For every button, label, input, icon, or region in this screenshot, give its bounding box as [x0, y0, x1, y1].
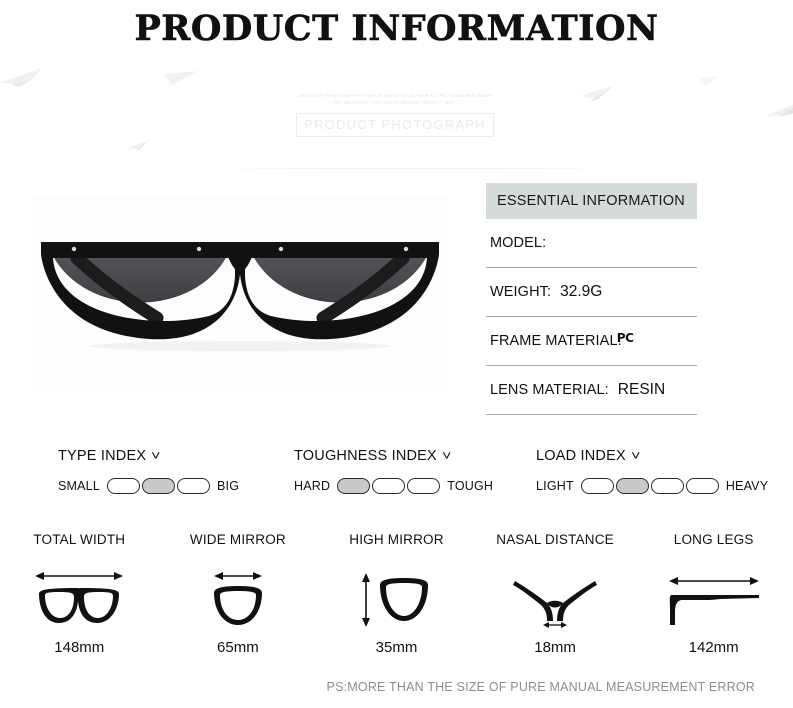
measurement-label: LONG LEGS — [673, 532, 754, 547]
product-information-page: PRODUCT INFORMATION 365 SHOOT PHOTOGRAPH… — [0, 0, 793, 708]
load-index-pills[interactable] — [580, 478, 719, 494]
essential-information-panel: ESSENTIAL INFORMATION MODEL: WEIGHT: 32.… — [486, 183, 697, 415]
info-row-frame-material: FRAME MATERIAL: PC — [486, 317, 697, 366]
info-label: MODEL: — [490, 235, 547, 251]
load-index-title: LOAD INDEX ˅ — [536, 448, 768, 464]
info-label: FRAME MATERIAL: — [490, 333, 622, 349]
toughness-index-title: TOUGHNESS INDEX ˅ — [294, 448, 493, 464]
index-meters: TYPE INDEX ˅ SMALL BIG TOUGHNESS INDEX ˅ H… — [0, 448, 793, 508]
toughness-index-label: TOUGHNESS INDEX — [294, 448, 437, 464]
pill-2[interactable] — [372, 478, 406, 494]
pill-3[interactable] — [407, 478, 441, 494]
measurement-value: 35mm — [375, 639, 418, 656]
scale-right-label: TOUGH — [447, 479, 494, 493]
scale-left-label: SMALL — [58, 479, 100, 493]
essential-information-header: ESSENTIAL INFORMATION — [486, 183, 697, 219]
pill-4[interactable] — [685, 478, 719, 494]
measurement-total-width: TOTAL WIDTH 148mm — [0, 532, 159, 656]
chevron-down-icon[interactable]: ˅ — [631, 448, 641, 463]
measurement-label: TOTAL WIDTH — [33, 532, 126, 547]
measurement-label: WIDE MIRROR — [189, 532, 286, 547]
info-value: 32.9G — [560, 283, 603, 300]
pill-1[interactable] — [107, 478, 140, 494]
product-photo — [31, 196, 449, 394]
chevron-down-icon[interactable]: ˅ — [442, 448, 452, 463]
measurement-high-mirror: HIGH MIRROR 35mm — [317, 532, 476, 656]
info-value: RESIN — [617, 381, 666, 398]
high-mirror-icon — [317, 559, 476, 637]
type-index-pills[interactable] — [107, 478, 210, 494]
toughness-index-pills[interactable] — [337, 478, 441, 494]
watermark-line-1: 365 SHOOT PHOTOGRAPHY DESIGN INDUSTRY LE… — [298, 93, 492, 98]
info-value: PC — [616, 331, 634, 345]
type-index-label: TYPE INDEX — [58, 448, 147, 464]
measurement-value: 142mm — [688, 639, 739, 656]
type-index-scale: SMALL BIG — [58, 478, 239, 494]
type-index-title: TYPE INDEX ˅ — [58, 448, 239, 464]
info-row-lens-material: LENS MATERIAL: RESIN — [486, 366, 697, 415]
type-index-meter[interactable]: TYPE INDEX ˅ SMALL BIG — [58, 448, 239, 494]
pill-3[interactable] — [650, 478, 684, 494]
wide-mirror-icon — [159, 559, 318, 637]
measurement-wide-mirror: WIDE MIRROR 65mm — [159, 532, 318, 656]
pill-1[interactable] — [337, 478, 371, 494]
measurements-row: TOTAL WIDTH 148mm WIDE MIRROR 65mm HIGH … — [0, 532, 793, 656]
pill-1[interactable] — [580, 478, 614, 494]
measurement-value: 18mm — [534, 639, 576, 656]
chevron-down-icon[interactable]: ˅ — [151, 448, 161, 463]
measurement-value: 148mm — [54, 639, 105, 656]
banner-divider — [205, 168, 625, 169]
pill-2[interactable] — [142, 478, 175, 494]
measurement-value: 65mm — [217, 639, 259, 656]
toughness-index-meter[interactable]: TOUGHNESS INDEX ˅ HARD TOUGH — [294, 448, 493, 494]
load-index-scale: LIGHT HEAVY — [536, 478, 768, 494]
info-label: WEIGHT: — [490, 284, 552, 300]
total-width-icon — [0, 559, 159, 637]
info-label: LENS MATERIAL: — [490, 382, 609, 398]
nasal-distance-icon — [476, 559, 635, 637]
measurement-label: HIGH MIRROR — [349, 532, 444, 547]
load-index-meter[interactable]: LOAD INDEX ˅ LIGHT HEAVY — [536, 448, 768, 494]
pill-3[interactable] — [177, 478, 210, 494]
scale-right-label: BIG — [217, 479, 240, 493]
load-index-label: LOAD INDEX — [536, 448, 626, 464]
product-photograph-banner: 365 SHOOT PHOTOGRAPHY DESIGN INDUSTRY LE… — [180, 92, 610, 170]
product-photograph-label: PRODUCT PHOTOGRAPH — [296, 113, 494, 137]
watermark-line-2: BY 365 SHOOT COPYRIGHT DESIGN CONTACT WA… — [335, 100, 455, 105]
pill-2[interactable] — [615, 478, 649, 494]
scale-left-label: HARD — [294, 479, 331, 493]
measurement-long-legs: LONG LEGS 142mm — [634, 532, 793, 656]
info-row-weight: WEIGHT: 32.9G — [486, 268, 697, 317]
toughness-index-scale: HARD TOUGH — [294, 478, 493, 494]
measurement-nasal-distance: NASAL DISTANCE 18mm — [476, 532, 635, 656]
long-legs-icon — [634, 559, 793, 637]
footer-note: PS:MORE THAN THE SIZE OF PURE MANUAL MEA… — [326, 680, 755, 694]
page-title: PRODUCT INFORMATION — [134, 8, 659, 50]
scale-right-label: HEAVY — [725, 479, 769, 493]
measurement-label: NASAL DISTANCE — [496, 532, 614, 547]
info-row-model: MODEL: — [486, 219, 697, 268]
scale-left-label: LIGHT — [536, 479, 574, 493]
